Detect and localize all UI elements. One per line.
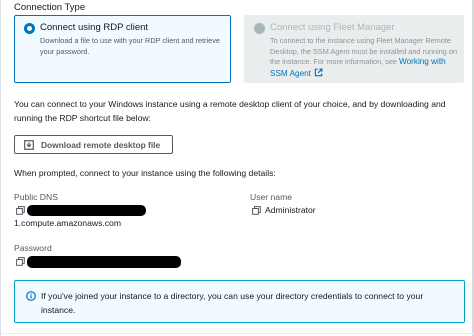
download-remote-desktop-file-button[interactable]: Download remote desktop file — [14, 135, 173, 154]
redacted-password — [27, 256, 181, 268]
radio-fleet-manager-disabled — [254, 23, 265, 34]
public-dns-label: Public DNS — [14, 192, 58, 202]
copy-icon[interactable] — [16, 257, 25, 266]
download-icon — [24, 139, 34, 150]
copy-icon[interactable] — [16, 206, 25, 215]
option-title-fleet-manager: Connect using Fleet Manager — [270, 22, 395, 33]
public-dns-value: 1.compute.amazonaws.com — [14, 218, 121, 228]
rdp-intro-text: You can connect to your Windows instance… — [14, 99, 446, 123]
connection-type-label: Connection Type — [14, 2, 86, 13]
option-tile-fleet-manager: Connect using Fleet Manager To connect t… — [244, 15, 464, 83]
option-title-rdp: Connect using RDP client — [40, 22, 149, 33]
external-link-icon — [314, 67, 323, 76]
user-name-label: User name — [250, 192, 293, 202]
password-label: Password — [14, 243, 52, 253]
download-button-label: Download remote desktop file — [41, 139, 161, 150]
copy-icon[interactable] — [252, 206, 261, 215]
user-name-value: Administrator — [265, 205, 316, 215]
option-description-rdp: Download a file to use with your RDP cli… — [40, 36, 220, 56]
divider — [0, 333, 474, 334]
option-description-fleet-manager: To connect to the instance using Fleet M… — [270, 36, 460, 79]
details-intro-text: When prompted, connect to your instance … — [14, 168, 276, 178]
option-tile-rdp-client[interactable]: Connect using RDP client Download a file… — [14, 15, 231, 83]
info-icon — [26, 291, 36, 301]
radio-rdp-selected[interactable] — [24, 23, 35, 34]
redacted-public-dns — [27, 205, 146, 216]
panel-left-border — [0, 0, 1, 336]
info-alert: If you've joined your instance to a dire… — [14, 280, 465, 323]
info-alert-text: If you've joined your instance to a dire… — [41, 291, 424, 315]
